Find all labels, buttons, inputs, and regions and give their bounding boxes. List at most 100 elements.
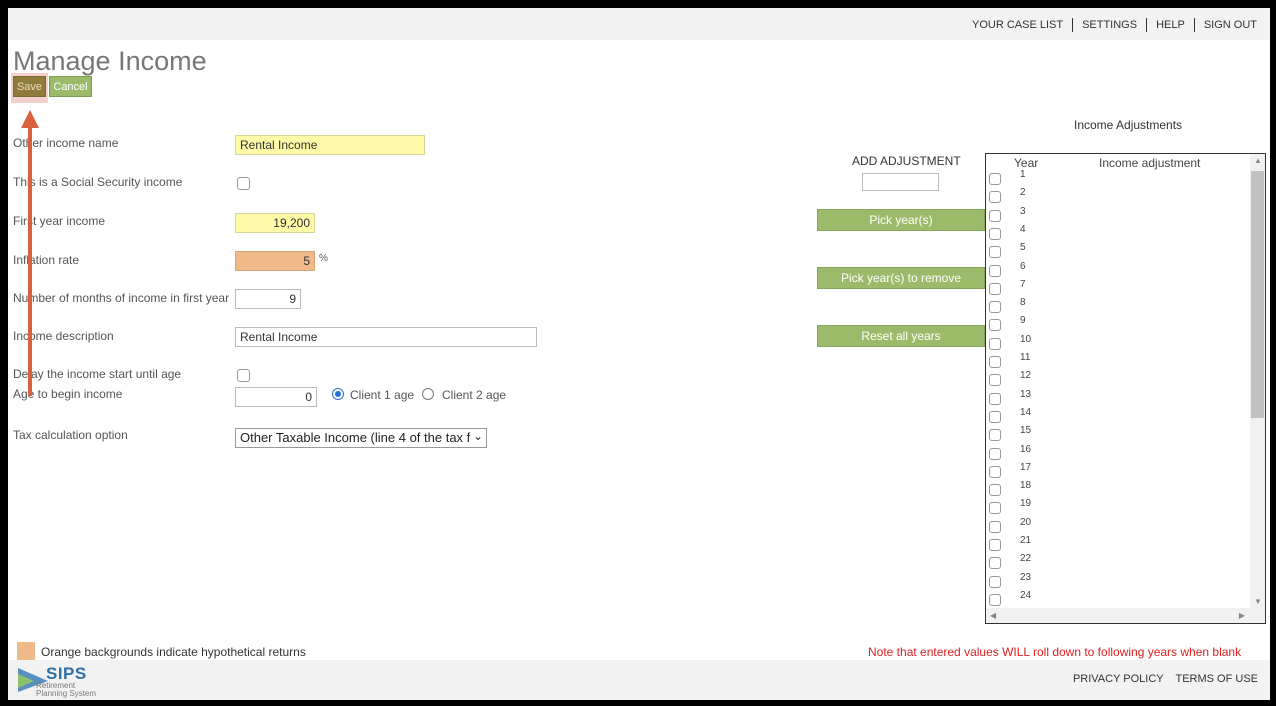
year-number: 24 xyxy=(1020,589,1032,601)
year-checkbox[interactable] xyxy=(989,429,1001,442)
inflation-rate-input[interactable]: 5 xyxy=(235,251,315,271)
year-number: 6 xyxy=(1020,260,1026,272)
year-checkbox[interactable] xyxy=(989,227,1001,240)
nav-your-case-list[interactable]: YOUR CASE LIST xyxy=(963,19,1072,31)
year-number: 15 xyxy=(1020,425,1032,437)
year-number: 11 xyxy=(1020,352,1031,363)
year-number: 20 xyxy=(1020,516,1032,528)
year-row: 11 xyxy=(986,352,1248,370)
footer: SIPS Retirement Planning System PRIVACY P… xyxy=(8,660,1270,700)
delay-income-label: Delay the income start until age xyxy=(13,367,182,381)
year-row: 5 xyxy=(986,242,1248,260)
year-row: 10 xyxy=(986,334,1248,352)
tax-option-label: Tax calculation option xyxy=(13,428,128,442)
client1-age-label: Client 1 age xyxy=(350,388,415,402)
privacy-policy-link[interactable]: PRIVACY POLICY xyxy=(1073,673,1163,685)
year-number: 2 xyxy=(1020,187,1026,199)
year-row: 1 xyxy=(986,169,1248,187)
nav-settings[interactable]: SETTINGS xyxy=(1073,19,1146,31)
first-year-income-input[interactable]: 19,200 xyxy=(235,213,315,233)
vertical-scrollbar[interactable]: ▲ ▼ xyxy=(1250,154,1265,608)
income-adjustments-title: Income Adjustments xyxy=(1074,118,1183,132)
year-row: 18 xyxy=(986,480,1248,498)
first-year-income-label: First year income xyxy=(13,214,106,228)
rolldown-note: Note that entered values WILL roll down … xyxy=(868,645,1242,659)
social-security-checkbox[interactable] xyxy=(237,177,250,190)
other-income-name-input[interactable]: Rental Income xyxy=(235,135,425,155)
year-row: 6 xyxy=(986,261,1248,279)
year-number: 4 xyxy=(1020,223,1026,235)
year-checkbox[interactable] xyxy=(989,191,1001,204)
year-checkbox[interactable] xyxy=(989,557,1001,570)
app-window: YOUR CASE LIST SETTINGS HELP SIGN OUT Ma… xyxy=(8,8,1270,700)
income-adjustments-panel[interactable]: Year Income adjustment 1 2 3 4 5 6 7 8 9 10 11 12 13… xyxy=(985,153,1266,624)
year-checkbox[interactable] xyxy=(989,392,1001,405)
year-checkbox[interactable] xyxy=(989,246,1001,259)
year-checkbox[interactable] xyxy=(989,356,1001,368)
save-button[interactable]: Save xyxy=(13,76,46,97)
year-checkbox[interactable] xyxy=(989,484,1001,497)
annotation-arrow-line xyxy=(28,126,32,396)
year-number: 22 xyxy=(1020,553,1032,565)
age-to-begin-input[interactable]: 0 xyxy=(235,387,317,407)
year-number: 14 xyxy=(1020,406,1032,418)
year-checkbox[interactable] xyxy=(989,575,1001,588)
tax-option-select[interactable]: Other Taxable Income (line 4 of the tax … xyxy=(235,428,487,448)
year-row: 19 xyxy=(986,498,1248,516)
year-row: 15 xyxy=(986,425,1248,443)
year-checkbox[interactable] xyxy=(989,319,1001,332)
terms-of-use-link[interactable]: TERMS OF USE xyxy=(1175,673,1258,685)
year-number: 13 xyxy=(1020,388,1032,400)
year-row: 9 xyxy=(986,315,1248,333)
radio-selected-icon[interactable] xyxy=(332,388,344,400)
year-checkbox[interactable] xyxy=(989,173,1001,185)
year-checkbox[interactable] xyxy=(989,209,1001,222)
year-row: 7 xyxy=(986,279,1248,297)
scroll-up-icon[interactable]: ▲ xyxy=(1254,156,1262,165)
percent-unit: % xyxy=(319,253,328,264)
social-security-label: This is a Social Security income xyxy=(13,175,183,189)
add-adjustment-input[interactable] xyxy=(862,173,939,191)
year-checkbox[interactable] xyxy=(989,465,1001,478)
radio-unselected-icon[interactable] xyxy=(422,388,434,400)
scroll-thumb[interactable] xyxy=(1251,171,1264,418)
sips-logo-icon[interactable]: SIPS Retirement Planning System xyxy=(14,662,114,700)
year-checkbox[interactable] xyxy=(989,410,1001,423)
year-checkbox[interactable] xyxy=(989,337,1001,350)
nav-help[interactable]: HELP xyxy=(1147,19,1194,31)
pick-years-button[interactable]: Pick year(s) xyxy=(817,209,985,231)
cancel-button[interactable]: Cancel xyxy=(49,76,92,97)
annotation-arrow-head-icon xyxy=(21,110,39,128)
year-row: 21 xyxy=(986,535,1248,553)
income-description-input[interactable]: Rental Income xyxy=(235,327,537,347)
horizontal-scrollbar[interactable]: ◀ ▶ xyxy=(986,608,1265,623)
scroll-down-icon[interactable]: ▼ xyxy=(1254,597,1262,606)
year-number: 19 xyxy=(1020,498,1032,510)
pick-years-remove-button[interactable]: Pick year(s) to remove xyxy=(817,267,985,289)
year-column-header: Year xyxy=(1014,156,1039,170)
year-checkbox[interactable] xyxy=(989,374,1001,387)
top-bar: YOUR CASE LIST SETTINGS HELP SIGN OUT xyxy=(8,8,1270,40)
year-checkbox[interactable] xyxy=(989,447,1001,460)
year-checkbox[interactable] xyxy=(989,502,1001,515)
year-row: 14 xyxy=(986,407,1248,425)
reset-all-years-button[interactable]: Reset all years xyxy=(817,325,985,347)
year-checkbox[interactable] xyxy=(989,539,1001,551)
year-checkbox[interactable] xyxy=(989,264,1001,277)
year-checkbox[interactable] xyxy=(989,301,1001,314)
year-number: 7 xyxy=(1020,278,1026,290)
months-first-year-input[interactable]: 9 xyxy=(235,289,301,309)
year-number: 3 xyxy=(1020,205,1026,217)
year-row: 20 xyxy=(986,517,1248,535)
delay-income-checkbox[interactable] xyxy=(237,369,250,382)
scroll-left-icon[interactable]: ◀ xyxy=(990,611,996,620)
year-checkbox[interactable] xyxy=(989,282,1001,295)
year-number: 10 xyxy=(1020,333,1032,345)
year-checkbox[interactable] xyxy=(989,593,1001,606)
nav-sign-out[interactable]: SIGN OUT xyxy=(1195,19,1266,31)
year-number: 12 xyxy=(1020,370,1032,382)
inflation-rate-label: Inflation rate xyxy=(13,253,80,267)
footer-nav: PRIVACY POLICY TERMS OF USE xyxy=(1064,673,1258,685)
year-checkbox[interactable] xyxy=(989,520,1001,533)
scroll-right-icon[interactable]: ▶ xyxy=(1239,611,1245,620)
